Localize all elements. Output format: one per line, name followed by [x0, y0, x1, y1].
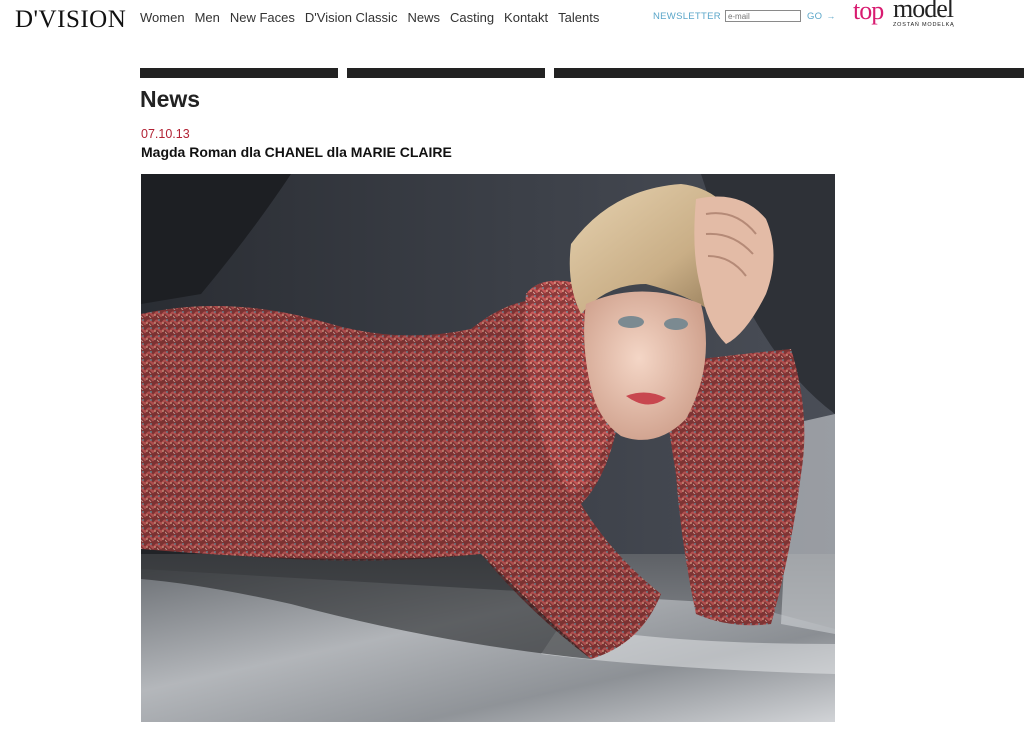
page: D'VISION Women Men New Faces D'Vision Cl… [0, 0, 1024, 729]
news-headline[interactable]: Magda Roman dla CHANEL dla MARIE CLAIRE [141, 143, 452, 161]
top-model-logo-tagline: ZOSTAŃ MODELKĄ [893, 22, 955, 28]
nav-item-talents[interactable]: Talents [558, 9, 599, 27]
header-bar-middle [347, 68, 545, 78]
nav-item-dvision-classic[interactable]: D'Vision Classic [305, 9, 398, 27]
newsletter-go-button[interactable]: GO [807, 11, 822, 22]
top-model-logo-model: model [893, 0, 954, 23]
nav-item-news[interactable]: News [407, 9, 440, 27]
main-nav: Women Men New Faces D'Vision Classic New… [140, 9, 609, 27]
nav-item-new-faces[interactable]: New Faces [230, 9, 295, 27]
header-bar-right [554, 68, 1024, 78]
page-title: News [140, 86, 201, 112]
top-model-logo[interactable]: top model ZOSTAŃ MODELKĄ [853, 0, 963, 32]
news-date: 07.10.13 [141, 127, 190, 141]
arrow-right-icon[interactable]: → [826, 11, 835, 21]
newsletter-label: NEWSLETTER [653, 10, 721, 22]
newsletter-email-input[interactable] [724, 10, 801, 22]
nav-item-kontakt[interactable]: Kontakt [504, 9, 548, 27]
site-logo[interactable]: D'VISION [15, 5, 126, 35]
news-photo-illustration [141, 174, 835, 722]
nav-item-casting[interactable]: Casting [450, 9, 494, 27]
news-photo [141, 174, 835, 722]
nav-item-men[interactable]: Men [195, 9, 220, 27]
header-bar-left [140, 68, 338, 78]
newsletter-form: NEWSLETTER GO → [653, 10, 836, 22]
top-model-logo-top: top [853, 0, 884, 25]
nav-item-women[interactable]: Women [140, 9, 185, 27]
